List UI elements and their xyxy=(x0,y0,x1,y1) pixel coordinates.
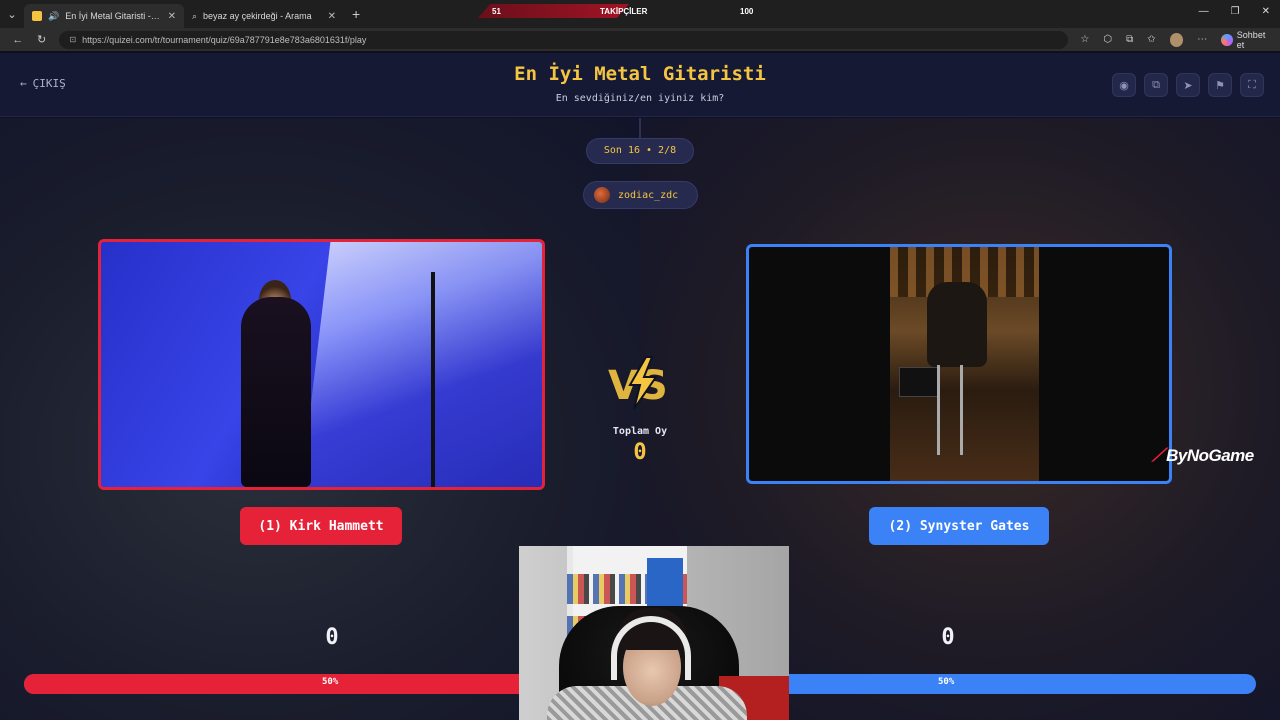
favorite-star-icon[interactable]: ☆ xyxy=(1080,34,1089,45)
vote-right-button[interactable]: (2) Synyster Gates xyxy=(869,507,1049,545)
left-vote-count: 0 xyxy=(325,625,339,650)
header-actions: ◉ ⧉ ➤ ⚑ ⛶ xyxy=(1112,73,1264,97)
tab-search[interactable]: ⌕ beyaz ay çekirdeği - Arama ✕ xyxy=(184,4,344,28)
player-badge: zodiac_zdc xyxy=(583,181,698,209)
site-info-icon[interactable]: ⊡ xyxy=(69,35,76,44)
page-header: ← ÇIKIŞ En İyi Metal Gitaristi En sevdiğ… xyxy=(0,53,1280,117)
right-percent: 50% xyxy=(938,677,955,687)
fullscreen-icon[interactable]: ⛶ xyxy=(1240,73,1264,97)
mic-stand xyxy=(431,272,435,487)
extensions-icon[interactable]: ⬡ xyxy=(1103,34,1112,45)
follower-label: TAKİPÇİLER xyxy=(600,6,648,16)
close-tab-icon[interactable]: ✕ xyxy=(328,11,336,22)
address-bar: ← ↻ ⊡ https://quizei.com/tr/tournament/q… xyxy=(0,28,1280,52)
watermark-text: ByNoGame xyxy=(1166,445,1254,465)
vs-icon: VS xyxy=(608,356,668,410)
total-votes-value: 0 xyxy=(633,440,647,465)
tab-title: beyaz ay çekirdeği - Arama xyxy=(203,11,312,21)
tab-list-icon[interactable]: ⌄ xyxy=(0,0,24,28)
restore-icon[interactable]: ❐ xyxy=(1231,6,1240,17)
copilot-button[interactable]: Sohbet et xyxy=(1221,30,1274,50)
reload-icon[interactable]: ↻ xyxy=(30,33,54,46)
audio-icon[interactable]: 🔊 xyxy=(48,11,59,21)
copilot-icon xyxy=(1221,33,1233,46)
page-subtitle: En sevdiğiniz/en iyiniz kim? xyxy=(555,93,725,104)
more-icon[interactable]: ⋯ xyxy=(1197,34,1207,45)
minimize-icon[interactable]: — xyxy=(1199,6,1209,17)
share-icon[interactable]: ⧉ xyxy=(1144,73,1168,97)
follower-goal-bar: 51 TAKİPÇİLER 100 xyxy=(478,4,780,18)
vote-left-button[interactable]: (1) Kirk Hammett xyxy=(240,507,402,545)
window-controls: — ❐ ✕ xyxy=(1199,6,1270,17)
total-votes-label: Toplam Oy xyxy=(612,426,668,437)
send-icon[interactable]: ➤ xyxy=(1176,73,1200,97)
player-name: zodiac_zdc xyxy=(618,189,679,201)
collections-icon[interactable]: ⧉ xyxy=(1126,34,1133,45)
follower-target: 100 xyxy=(740,6,754,16)
round-badge: Son 16 • 2/8 xyxy=(586,138,694,164)
url-field[interactable]: ⊡ https://quizei.com/tr/tournament/quiz/… xyxy=(59,30,1069,49)
amp xyxy=(899,367,939,397)
close-window-icon[interactable]: ✕ xyxy=(1262,6,1270,17)
stool xyxy=(937,365,963,455)
choice-card-left[interactable] xyxy=(98,239,545,490)
close-tab-icon[interactable]: ✕ xyxy=(168,11,176,22)
guitarist-figure xyxy=(241,297,311,487)
webcam-overlay xyxy=(519,546,789,720)
tab-active[interactable]: 🔊 En İyi Metal Gitaristi - Tier Lis ✕ xyxy=(24,4,184,28)
bynogame-logo: ⟋ ByNoGame xyxy=(1152,445,1254,466)
profile-avatar-icon[interactable] xyxy=(1169,32,1184,47)
page-title: En İyi Metal Gitaristi xyxy=(514,63,766,85)
avatar xyxy=(594,187,610,203)
quizei-favicon-icon xyxy=(32,11,42,21)
eye-icon[interactable]: ◉ xyxy=(1112,73,1136,97)
left-percent: 50% xyxy=(322,677,339,687)
bynogame-bolt-icon: ⟋ xyxy=(1152,445,1165,465)
url-text: https://quizei.com/tr/tournament/quiz/69… xyxy=(82,34,367,45)
tab-title: En İyi Metal Gitaristi - Tier Lis xyxy=(65,11,161,21)
new-tab-button[interactable]: + xyxy=(352,6,360,22)
choice-card-right[interactable] xyxy=(746,244,1172,484)
flag-icon[interactable]: ⚑ xyxy=(1208,73,1232,97)
copilot-label: Sohbet et xyxy=(1236,29,1266,50)
follower-current: 51 xyxy=(492,6,501,16)
right-vote-count: 0 xyxy=(941,625,955,650)
search-icon: ⌕ xyxy=(192,11,198,21)
browser-tab-bar: ⌄ 🔊 En İyi Metal Gitaristi - Tier Lis ✕ … xyxy=(0,0,1280,28)
favorites-icon[interactable]: ✩ xyxy=(1147,34,1155,45)
player-figure xyxy=(927,282,987,367)
back-icon[interactable]: ← xyxy=(6,34,30,46)
stage-screen xyxy=(301,242,542,487)
